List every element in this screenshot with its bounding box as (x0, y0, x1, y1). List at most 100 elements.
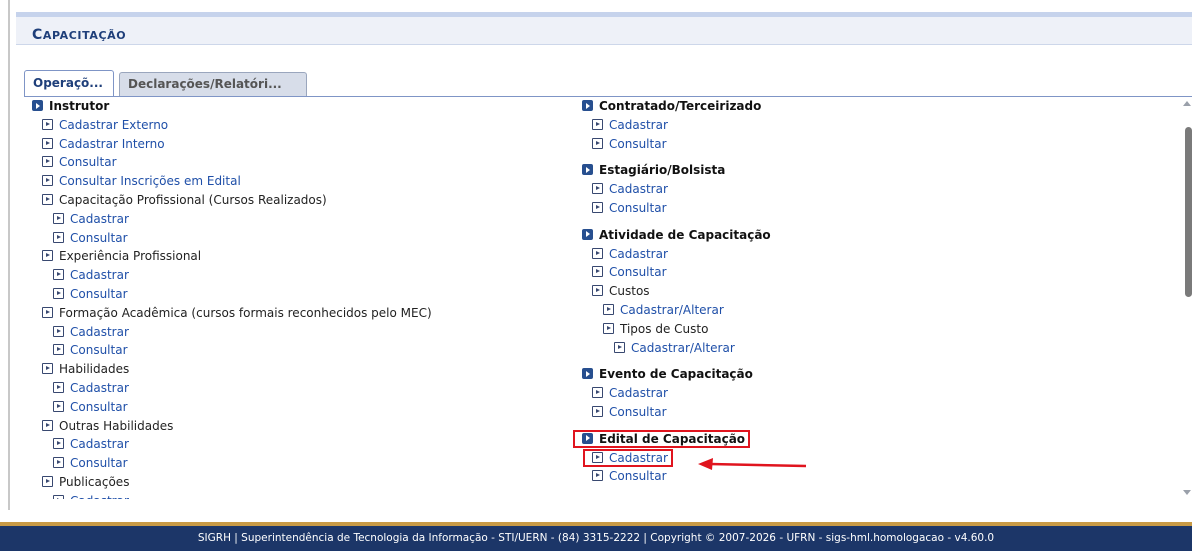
menu-item-icon (53, 231, 64, 243)
menu-link-cadastrar[interactable]: Cadastrar (582, 384, 771, 403)
menu-link-consultar-inscricoes-em-edital[interactable]: Consultar Inscrições em Edital (32, 172, 432, 191)
scroll-down-icon[interactable] (1183, 490, 1191, 495)
menu-link-consultar[interactable]: Consultar (582, 263, 771, 282)
menu-link-label[interactable]: Cadastrar (70, 325, 129, 339)
menu-link-cadastrar[interactable]: Cadastrar (32, 210, 432, 229)
menu-link-label[interactable]: Cadastrar (70, 494, 129, 499)
menu-group-label: Outras Habilidades (59, 418, 174, 433)
menu-section-label: Evento de Capacitação (599, 367, 753, 382)
menu-link-consultar[interactable]: Consultar (32, 341, 432, 360)
menu-link-cadastrar[interactable]: Cadastrar (32, 492, 432, 499)
menu-section-instrutor: Instrutor (32, 97, 432, 116)
menu-link-cadastrar[interactable]: Cadastrar (582, 245, 771, 264)
menu-item-icon (603, 322, 614, 334)
menu-item-icon (603, 303, 614, 315)
menu-link-label[interactable]: Consultar (70, 231, 128, 245)
menu-section-contratado-terceirizado: Contratado/Terceirizado (582, 97, 771, 116)
menu-link-consultar[interactable]: Consultar (32, 229, 432, 248)
menu-link-label[interactable]: Cadastrar (70, 212, 129, 226)
menu-link-cadastrar[interactable]: Cadastrar (582, 180, 771, 199)
menu-item-icon (42, 250, 53, 262)
right-menu-column: Contratado/Terceirizado Cadastrar Consulta… (582, 97, 771, 486)
menu-item-icon (53, 344, 64, 356)
menu-link-label[interactable]: Cadastrar (70, 268, 129, 282)
menu-section-icon (582, 368, 593, 380)
menu-group-tipos-de-custo: Tipos de Custo (582, 320, 771, 339)
menu-link-label[interactable]: Cadastrar (70, 381, 129, 395)
menu-link-label[interactable]: Cadastrar (609, 182, 668, 196)
menu-section-icon (582, 432, 593, 444)
menu-link-label[interactable]: Consultar (609, 405, 667, 419)
menu-link-label[interactable]: Cadastrar (609, 451, 668, 465)
menu-link-cadastrar[interactable]: Cadastrar (582, 116, 771, 135)
menu-section-edital-de-capacitacao: Edital de Capacitação (582, 430, 771, 449)
menu-item-icon (53, 212, 64, 224)
menu-section-label: Atividade de Capacitação (599, 227, 771, 242)
menu-link-cadastrar[interactable]: Cadastrar (32, 323, 432, 342)
menu-link-cadastrar[interactable]: Cadastrar (32, 266, 432, 285)
menu-link-consultar[interactable]: Consultar (582, 135, 771, 154)
tab-operacoes[interactable]: Operaçõ... (24, 70, 114, 97)
menu-link-label[interactable]: Consultar (70, 456, 128, 470)
menu-link-label[interactable]: Cadastrar Interno (59, 137, 165, 151)
menu-item-icon (592, 118, 603, 130)
menu-link-cadastrar-alterar[interactable]: Cadastrar/Alterar (582, 301, 771, 320)
menu-item-icon (53, 400, 64, 412)
menu-link-label[interactable]: Consultar Inscrições em Edital (59, 174, 241, 188)
menu-gap (582, 357, 771, 365)
menu-link-cadastrar-externo[interactable]: Cadastrar Externo (32, 116, 432, 135)
menu-link-label[interactable]: Cadastrar (70, 437, 129, 451)
menu-link-consultar[interactable]: Consultar (32, 398, 432, 417)
menu-section-label: Edital de Capacitação (599, 431, 746, 446)
arrow-head (698, 458, 713, 470)
menu-link-label[interactable]: Cadastrar/Alterar (620, 303, 724, 317)
menu-link-label[interactable]: Consultar (70, 400, 128, 414)
menu-item-icon (53, 457, 64, 469)
menu-item-icon (592, 387, 603, 399)
menu-item-icon (592, 137, 603, 149)
menu-link-label[interactable]: Consultar (609, 265, 667, 279)
menu-link-label[interactable]: Consultar (609, 469, 667, 483)
menu-group-capacitacao-profissional-cursos-realizados: Capacitação Profissional (Cursos Realiza… (32, 191, 432, 210)
menu-gap (582, 153, 771, 161)
menu-group-experiencia-profissional: Experiência Profissional (32, 247, 432, 266)
menu-link-consultar[interactable]: Consultar (32, 153, 432, 172)
vertical-scrollbar[interactable] (1181, 97, 1192, 499)
menu-item-icon (592, 183, 603, 195)
menu-link-label[interactable]: Consultar (59, 155, 117, 169)
menu-section-label: Instrutor (49, 99, 110, 113)
menu-link-consultar[interactable]: Consultar (32, 285, 432, 304)
scroll-thumb[interactable] (1185, 127, 1192, 297)
menu-item-icon (592, 201, 603, 213)
menu-link-label[interactable]: Consultar (609, 201, 667, 215)
title-bar (16, 17, 1192, 45)
menu-link-label[interactable]: Cadastrar/Alterar (631, 341, 735, 355)
menu-link-consultar[interactable]: Consultar (582, 403, 771, 422)
menu-link-consultar[interactable]: Consultar (582, 199, 771, 218)
menu-link-label[interactable]: Cadastrar (609, 247, 668, 261)
menu-link-label[interactable]: Cadastrar (609, 118, 668, 132)
menu-link-cadastrar-alterar[interactable]: Cadastrar/Alterar (582, 339, 771, 358)
arrow-shaft (709, 462, 807, 468)
menu-section-evento-de-capacitacao: Evento de Capacitação (582, 365, 771, 384)
menu-group-label: Custos (609, 284, 650, 299)
menu-link-cadastrar[interactable]: Cadastrar (32, 379, 432, 398)
menu-link-consultar[interactable]: Consultar (32, 454, 432, 473)
menu-group-label: Experiência Profissional (59, 249, 202, 264)
menu-link-label[interactable]: Cadastrar (609, 386, 668, 400)
menu-link-cadastrar[interactable]: Cadastrar (32, 435, 432, 454)
scroll-up-icon[interactable] (1183, 101, 1191, 106)
menu-item-icon (42, 475, 53, 487)
menu-gap (582, 218, 771, 226)
menu-section-label: Estagiário/Bolsista (599, 163, 726, 178)
menu-link-label[interactable]: Consultar (70, 343, 128, 357)
tab-declaracoes-relatorios[interactable]: Declarações/Relatóri... (119, 72, 307, 97)
menu-link-label[interactable]: Consultar (609, 137, 667, 151)
red-arrow-annotation (698, 458, 807, 470)
menu-link-cadastrar-interno[interactable]: Cadastrar Interno (32, 135, 432, 154)
menu-section-icon (582, 100, 593, 111)
menu-link-label[interactable]: Consultar (70, 287, 128, 301)
menu-item-icon (42, 419, 53, 431)
menu-section-icon (582, 164, 593, 176)
menu-link-label[interactable]: Cadastrar Externo (59, 118, 168, 132)
